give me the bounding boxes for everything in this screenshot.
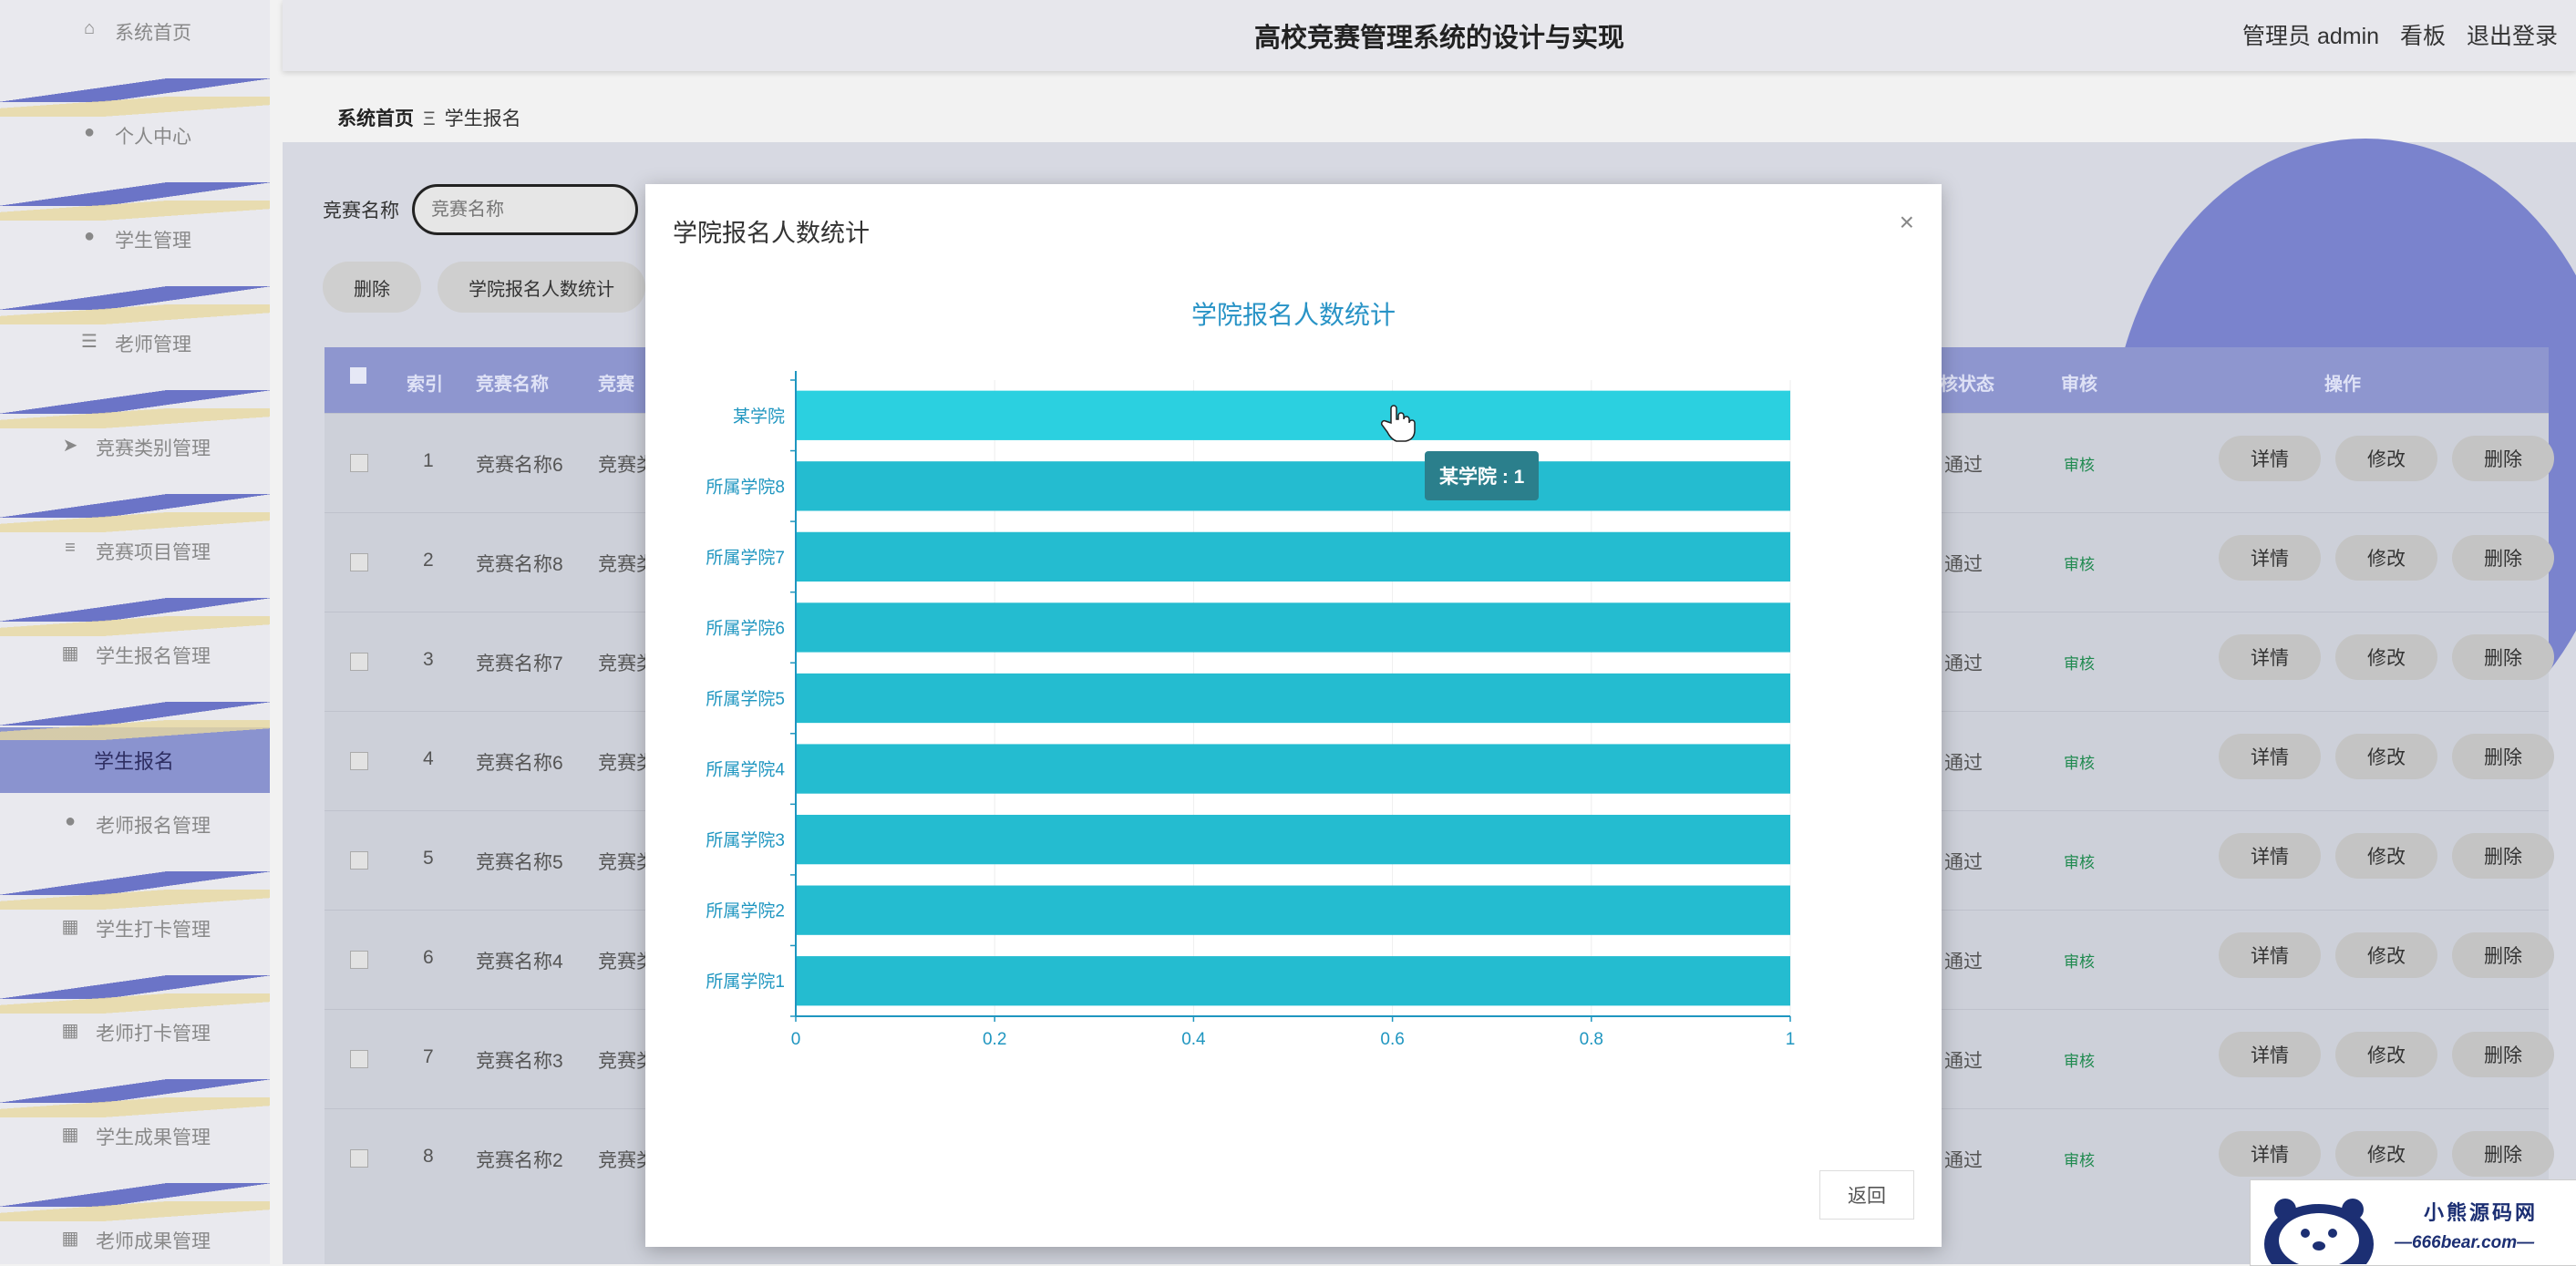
x-tick-label: 0.2 <box>983 1030 1006 1049</box>
x-tick-label: 0.4 <box>1181 1030 1206 1049</box>
stats-dialog: 学院报名人数统计某学院所属学院8 所属学院7 所属学院6 所属学院5 所属学院4 所属学院… <box>645 184 1942 1247</box>
chart-bar <box>796 531 1790 582</box>
chart-title: 学院报名人数统计 <box>1191 301 1396 329</box>
back-button[interactable]: 返回 <box>1819 1170 1914 1220</box>
watermark-logo: 小熊源码网 —666bear.com— <box>2250 1179 2576 1266</box>
x-tick-label: 1 <box>1786 1030 1796 1049</box>
chart-tooltip: 某学院 : 1 <box>1425 451 1540 500</box>
watermark-line1: 小熊源码网 <box>2424 1201 2539 1224</box>
y-tick-label: 所属学院8 <box>706 477 785 497</box>
bar-chart: 学院报名人数统计某学院所属学院8 所属学院7 所属学院6 所属学院5 所属学院4 所属学院… <box>706 301 1796 1049</box>
y-tick-label: 所属学院3 <box>706 830 785 850</box>
x-tick-label: 0.6 <box>1380 1030 1404 1049</box>
y-tick-label: 所属学院6 <box>706 618 785 638</box>
y-tick-label: 所属学院4 <box>706 760 785 780</box>
bear-logo-icon <box>2264 1199 2374 1264</box>
chart-bar <box>796 673 1790 724</box>
chart-bar <box>796 744 1790 794</box>
y-tick-label: 所属学院1 <box>706 972 785 992</box>
dialog-title: 学院报名人数统计 <box>673 220 870 247</box>
close-icon[interactable]: × <box>1900 208 1914 237</box>
x-tick-label: 0.8 <box>1580 1030 1603 1049</box>
y-tick-label: 所属学院7 <box>706 548 785 568</box>
y-tick-label: 所属学院2 <box>706 901 785 921</box>
chart-bar <box>796 814 1790 865</box>
chart-bar <box>796 602 1790 653</box>
y-tick-label: 所属学院5 <box>706 689 785 709</box>
chart-bar <box>796 885 1790 935</box>
chart-bar <box>796 956 1790 1006</box>
chart-bar <box>796 390 1790 440</box>
watermark-line2: —666bear.com— <box>2395 1233 2535 1252</box>
x-tick-label: 0 <box>791 1030 801 1049</box>
y-tick-label: 某学院 <box>733 407 785 427</box>
chart-bar <box>796 461 1790 511</box>
